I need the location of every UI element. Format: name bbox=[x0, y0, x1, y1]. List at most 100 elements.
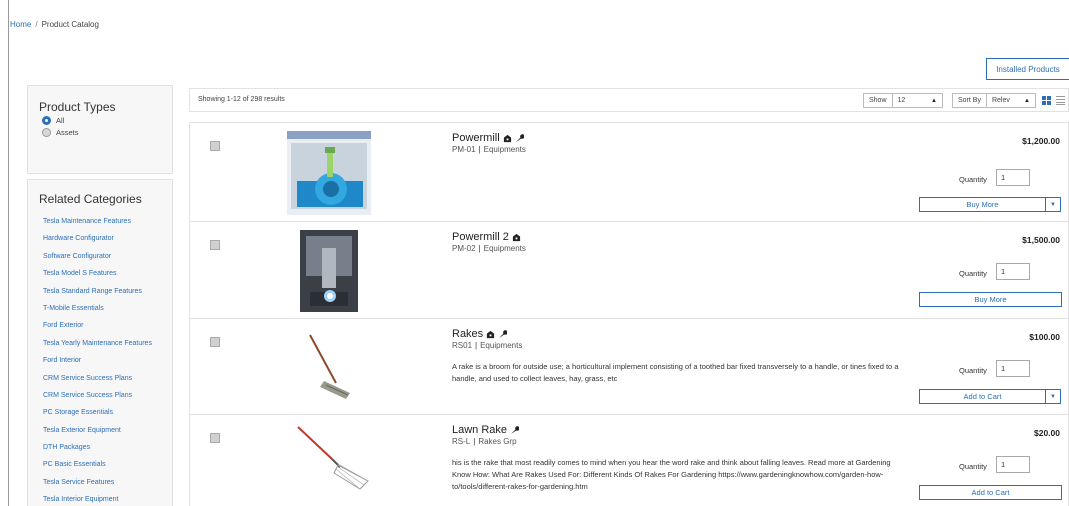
chevron-down-icon[interactable]: ▼︎ bbox=[1045, 389, 1061, 404]
product-types-title: Product Types bbox=[39, 100, 116, 114]
quantity-label: Quantity bbox=[959, 269, 987, 278]
product-description: his is the rake that most readily comes … bbox=[452, 458, 891, 491]
powermill-product-image[interactable] bbox=[287, 131, 371, 215]
product-price: $100.00 bbox=[1029, 332, 1060, 342]
category-link[interactable]: Tesla Model S Features bbox=[43, 265, 172, 282]
breadcrumb-separator: / bbox=[35, 20, 38, 29]
lawn-rake-product-image[interactable] bbox=[294, 425, 374, 491]
category-list: Tesla Maintenance Features Hardware Conf… bbox=[43, 213, 172, 506]
asset-icon bbox=[487, 330, 495, 338]
product-title[interactable]: Powermill 2 bbox=[452, 231, 521, 243]
category-link[interactable]: Tesla Yearly Maintenance Features bbox=[43, 335, 172, 352]
product-select-checkbox[interactable] bbox=[210, 141, 220, 151]
results-summary: Showing 1-12 of 298 results bbox=[198, 96, 285, 103]
sort-by-select[interactable]: Sort By Relev ▲︎ bbox=[952, 93, 1036, 108]
sort-value: Relev bbox=[991, 97, 1010, 104]
related-categories-card: Related Categories Tesla Maintenance Fea… bbox=[27, 179, 173, 506]
select-arrows-icon: ▲︎ bbox=[931, 97, 937, 104]
list-view-icon[interactable] bbox=[1056, 96, 1065, 105]
quantity-label: Quantity bbox=[959, 462, 987, 471]
radio-selected-icon[interactable] bbox=[42, 115, 51, 125]
product-category: Equipments bbox=[480, 341, 523, 350]
asset-icon bbox=[512, 233, 520, 241]
category-link[interactable]: Tesla Exterior Equipment bbox=[43, 422, 172, 439]
show-count-select[interactable]: Show 12 ▲︎ bbox=[863, 93, 943, 108]
product-code: RS01 bbox=[452, 341, 473, 350]
product-meta: RS01 | Equipments bbox=[452, 341, 523, 350]
product-select-checkbox[interactable] bbox=[210, 433, 220, 443]
wrench-icon bbox=[515, 133, 524, 142]
product-select-checkbox[interactable] bbox=[210, 337, 220, 347]
product-price: $20.00 bbox=[1034, 428, 1060, 438]
product-select-checkbox[interactable] bbox=[210, 240, 220, 250]
product-category: Rakes Grp bbox=[478, 437, 517, 446]
product-category: Equipments bbox=[483, 244, 526, 253]
product-meta: PM-01 | Equipments bbox=[452, 145, 526, 154]
product-price: $1,200.00 bbox=[1022, 136, 1060, 146]
product-category: Equipments bbox=[483, 145, 526, 154]
quantity-input[interactable] bbox=[996, 263, 1030, 280]
product-types-card: Product Types All Assets bbox=[27, 85, 173, 174]
category-link[interactable]: PC Basic Essentials bbox=[43, 456, 172, 473]
category-link[interactable]: Hardware Configurator bbox=[43, 230, 172, 247]
category-link[interactable]: CRM Service Success Plans bbox=[43, 370, 172, 387]
select-arrows-icon: ▲︎ bbox=[1024, 97, 1030, 104]
add-to-cart-button[interactable]: Add to Cart bbox=[919, 485, 1062, 500]
buy-more-button[interactable]: Buy More bbox=[919, 197, 1046, 212]
product-type-option-all[interactable]: All bbox=[42, 114, 172, 126]
category-link[interactable]: T-Mobile Essentials bbox=[43, 300, 172, 317]
product-code: PM-02 bbox=[452, 244, 476, 253]
quantity-input[interactable] bbox=[996, 169, 1030, 186]
product-row: Rakes RS01 | Equipments A rake is a broom … bbox=[189, 318, 1069, 414]
show-label: Show bbox=[864, 94, 893, 107]
product-code: RS-L bbox=[452, 437, 471, 446]
category-link[interactable]: Ford Interior bbox=[43, 352, 172, 369]
category-link[interactable]: Tesla Interior Equipment bbox=[43, 491, 172, 506]
category-link[interactable]: Tesla Service Features bbox=[43, 474, 172, 491]
related-categories-title: Related Categories bbox=[39, 192, 142, 206]
category-link[interactable]: CRM Service Success Plans bbox=[43, 387, 172, 404]
product-description: A rake is a broom for outside use; a hor… bbox=[452, 362, 899, 383]
category-link[interactable]: PC Storage Essentials bbox=[43, 404, 172, 421]
quantity-input[interactable] bbox=[996, 456, 1030, 473]
results-toolbar: Showing 1-12 of 298 results Show 12 ▲︎ So… bbox=[189, 88, 1069, 112]
buy-more-button[interactable]: Buy More bbox=[919, 292, 1062, 307]
radio-unselected-icon[interactable] bbox=[42, 127, 51, 137]
product-meta: RS-L | Rakes Grp bbox=[452, 437, 517, 446]
product-row: Lawn Rake RS-L | Rakes Grp his is the rake… bbox=[189, 414, 1069, 506]
powermill-2-product-image[interactable] bbox=[300, 230, 358, 312]
category-link[interactable]: Tesla Standard Range Features bbox=[43, 283, 172, 300]
wrench-icon bbox=[499, 329, 508, 338]
product-title[interactable]: Lawn Rake bbox=[452, 424, 520, 436]
category-link[interactable]: Software Configurator bbox=[43, 248, 172, 265]
breadcrumb: Home / Product Catalog bbox=[10, 20, 99, 29]
product-code: PM-01 bbox=[452, 145, 476, 154]
product-type-option-assets[interactable]: Assets bbox=[42, 126, 172, 138]
quantity-input[interactable] bbox=[996, 360, 1030, 377]
grid-view-icon[interactable] bbox=[1042, 96, 1051, 105]
product-type-label: All bbox=[56, 115, 65, 125]
product-title[interactable]: Rakes bbox=[452, 328, 508, 340]
product-title[interactable]: Powermill bbox=[452, 132, 524, 144]
add-to-cart-button[interactable]: Add to Cart bbox=[919, 389, 1046, 404]
product-meta: PM-02 | Equipments bbox=[452, 244, 526, 253]
product-list: Powermill PM-01 | Equipments $1,200.00 Qua… bbox=[189, 122, 1069, 506]
breadcrumb-current: Product Catalog bbox=[41, 20, 99, 29]
chevron-down-icon[interactable]: ▼︎ bbox=[1045, 197, 1061, 212]
category-link[interactable]: Tesla Maintenance Features bbox=[43, 213, 172, 230]
wrench-icon bbox=[510, 425, 520, 434]
sort-label: Sort By bbox=[953, 94, 987, 107]
breadcrumb-home-link[interactable]: Home bbox=[10, 20, 31, 29]
quantity-label: Quantity bbox=[959, 175, 987, 184]
quantity-label: Quantity bbox=[959, 366, 987, 375]
installed-products-button[interactable]: Installed Products bbox=[986, 58, 1069, 80]
product-row: Powermill 2 PM-02 | Equipments $1,500.00 Q… bbox=[189, 221, 1069, 318]
category-link[interactable]: DTH Packages bbox=[43, 439, 172, 456]
product-row: Powermill PM-01 | Equipments $1,200.00 Qua… bbox=[189, 122, 1069, 221]
product-price: $1,500.00 bbox=[1022, 235, 1060, 245]
asset-icon bbox=[503, 134, 511, 142]
product-type-label: Assets bbox=[56, 127, 79, 137]
show-value: 12 bbox=[897, 97, 906, 104]
category-link[interactable]: Ford Exterior bbox=[43, 317, 172, 334]
rake-product-image[interactable] bbox=[306, 333, 356, 399]
